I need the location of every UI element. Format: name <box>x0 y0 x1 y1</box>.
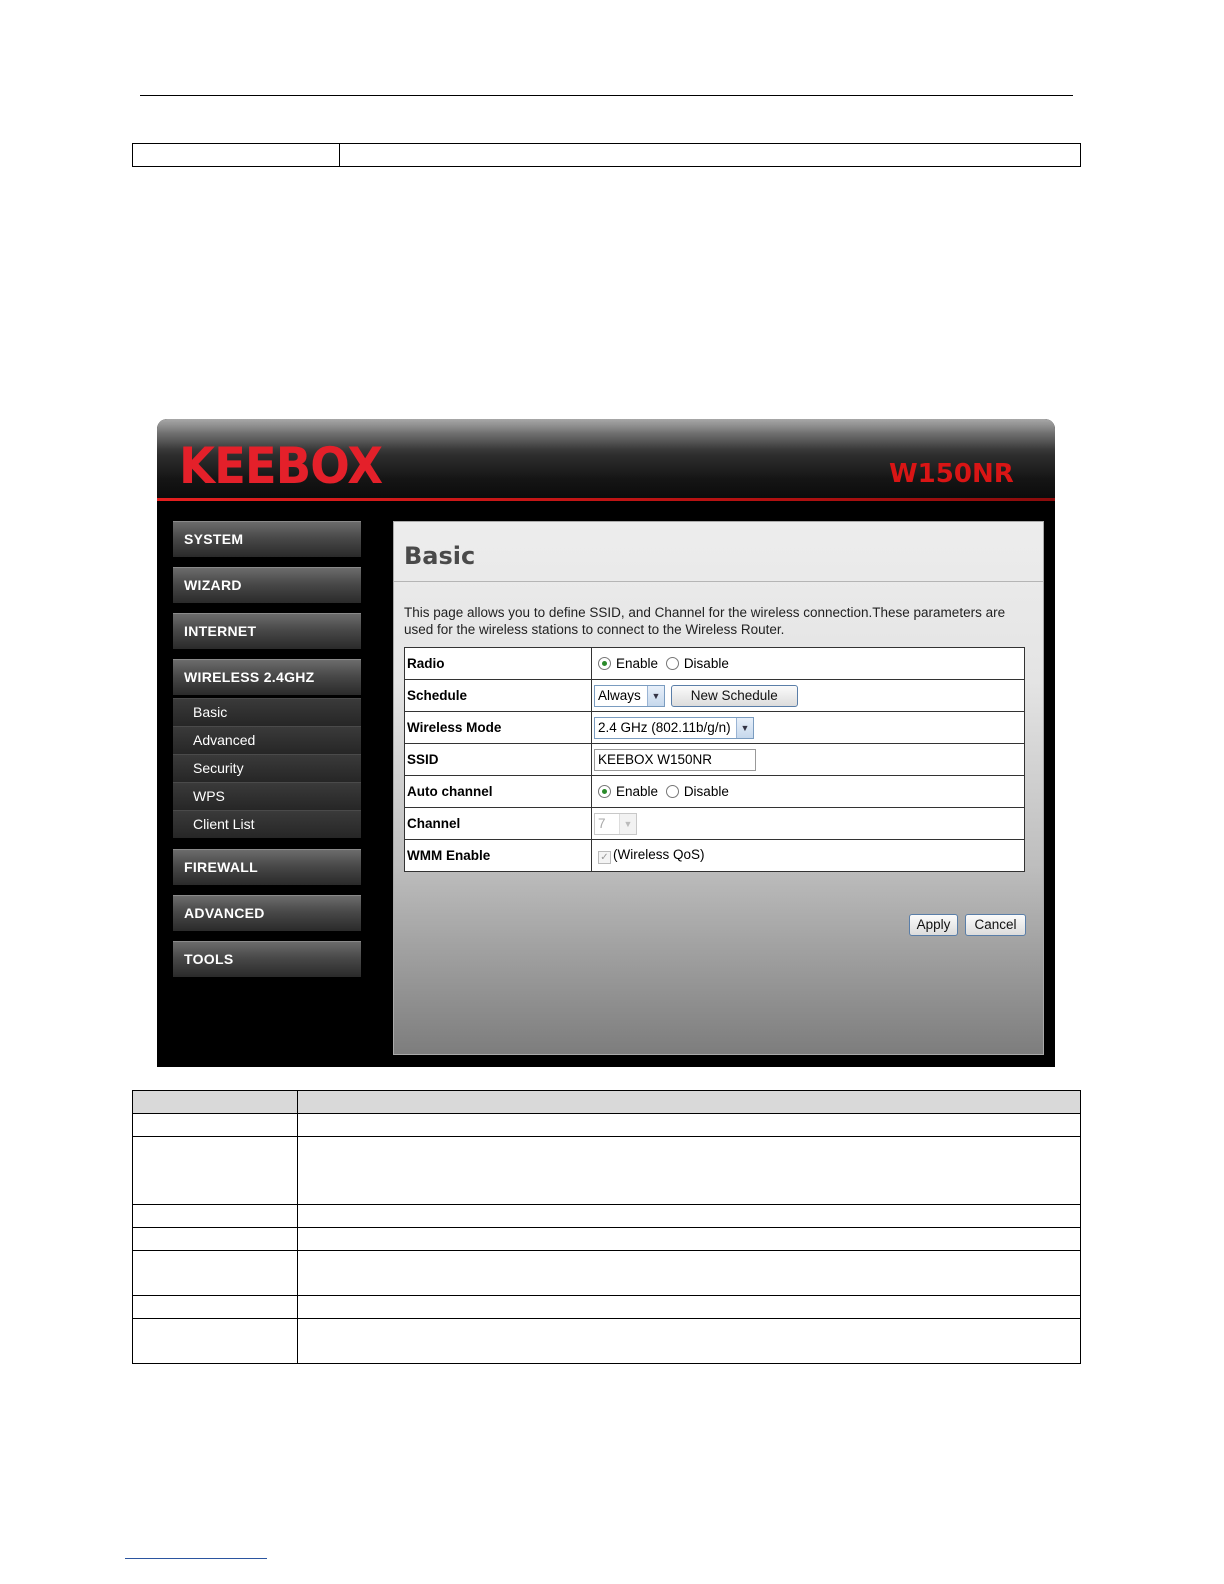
row-wireless-mode: Wireless Mode 2.4 GHz (802.11b/g/n) ▼ <box>404 711 1025 744</box>
wireless-mode-label: Wireless Mode <box>404 711 592 744</box>
footer-rule <box>125 1558 267 1559</box>
wireless-mode-select[interactable]: 2.4 GHz (802.11b/g/n) ▼ <box>594 716 754 739</box>
page-description: This page allows you to define SSID, and… <box>404 605 1006 637</box>
table-row <box>132 1250 1081 1296</box>
wireless-mode-value: 2.4 GHz (802.11b/g/n) <box>598 719 731 735</box>
parameter-table <box>132 1090 1081 1364</box>
page-header-rule <box>140 95 1073 96</box>
table-row <box>132 1295 1081 1319</box>
nav-sub-client-list[interactable]: Client List <box>173 810 361 838</box>
radio-enable-radio[interactable] <box>598 657 611 670</box>
ssid-input[interactable]: KEEBOX W150NR <box>594 748 756 771</box>
new-schedule-button[interactable]: New Schedule <box>670 684 798 707</box>
title-divider <box>394 581 1043 582</box>
chevron-down-icon: ▼ <box>619 813 636 834</box>
schedule-value: Always <box>598 687 641 703</box>
nav-system[interactable]: SYSTEM <box>173 521 361 557</box>
ssid-label: SSID <box>404 743 592 776</box>
page-title: Basic <box>404 542 476 570</box>
row-schedule: Schedule Always ▼ New Schedule <box>404 679 1025 712</box>
wmm-label: WMM Enable <box>404 839 592 872</box>
table-row <box>132 1204 1081 1228</box>
nav-sub-advanced[interactable]: Advanced <box>173 726 361 754</box>
auto-channel-enable-radio[interactable] <box>598 785 611 798</box>
chevron-down-icon: ▼ <box>736 717 753 738</box>
radio-disable-text: Disable <box>683 656 729 671</box>
nav-sub-wps[interactable]: WPS <box>173 782 361 810</box>
auto-channel-label: Auto channel <box>404 775 592 808</box>
nav-wireless[interactable]: WIRELESS 2.4GHZ <box>173 659 361 695</box>
nav-sub-basic[interactable]: Basic <box>173 698 361 726</box>
schedule-label: Schedule <box>404 679 592 712</box>
nav-wizard[interactable]: WIZARD <box>173 567 361 603</box>
table-row <box>132 1113 1081 1137</box>
nav-tools[interactable]: TOOLS <box>173 941 361 977</box>
schedule-select[interactable]: Always ▼ <box>594 684 665 707</box>
nav-sub-security[interactable]: Security <box>173 754 361 782</box>
row-radio: Radio Enable Disable <box>404 647 1025 680</box>
router-screenshot: KEEBOX W150NR SYSTEM WIZARD INTERNET WIR… <box>157 419 1055 1067</box>
model-name: W150NR <box>889 459 1014 489</box>
settings-form: Radio Enable Disable Schedule Always ▼ Ne… <box>404 647 1025 872</box>
header-red-line <box>157 498 1055 501</box>
radio-enable-text: Enable <box>616 656 659 671</box>
nav-firewall[interactable]: FIREWALL <box>173 849 361 885</box>
content-panel: Basic This page allows you to define SSI… <box>393 521 1044 1055</box>
chevron-down-icon: ▼ <box>647 685 664 706</box>
row-auto-channel: Auto channel Enable Disable <box>404 775 1025 808</box>
table-header-row <box>132 1090 1081 1114</box>
nav-internet[interactable]: INTERNET <box>173 613 361 649</box>
row-channel: Channel 7 ▼ <box>404 807 1025 840</box>
channel-label: Channel <box>404 807 592 840</box>
channel-select[interactable]: 7 ▼ <box>594 812 637 835</box>
top-table <box>132 143 1081 167</box>
cancel-button[interactable]: Cancel <box>965 914 1026 936</box>
channel-value: 7 <box>598 815 606 831</box>
table-row <box>132 1227 1081 1251</box>
row-ssid: SSID KEEBOX W150NR <box>404 743 1025 776</box>
auto-channel-disable-radio[interactable] <box>665 785 679 798</box>
wmm-checkbox[interactable]: ✓ <box>598 851 611 864</box>
row-wmm: WMM Enable ✓ (Wireless QoS) <box>404 839 1025 872</box>
wmm-text: (Wireless QoS) <box>613 847 705 862</box>
nav-advanced[interactable]: ADVANCED <box>173 895 361 931</box>
table-row <box>132 1136 1081 1205</box>
auto-channel-disable-text: Disable <box>683 784 729 799</box>
brand-logo: KEEBOX <box>179 437 383 495</box>
apply-button[interactable]: Apply <box>909 914 958 936</box>
auto-channel-enable-text: Enable <box>616 784 659 799</box>
radio-disable-radio[interactable] <box>665 657 679 670</box>
table-row <box>132 1318 1081 1364</box>
radio-label: Radio <box>404 647 592 680</box>
